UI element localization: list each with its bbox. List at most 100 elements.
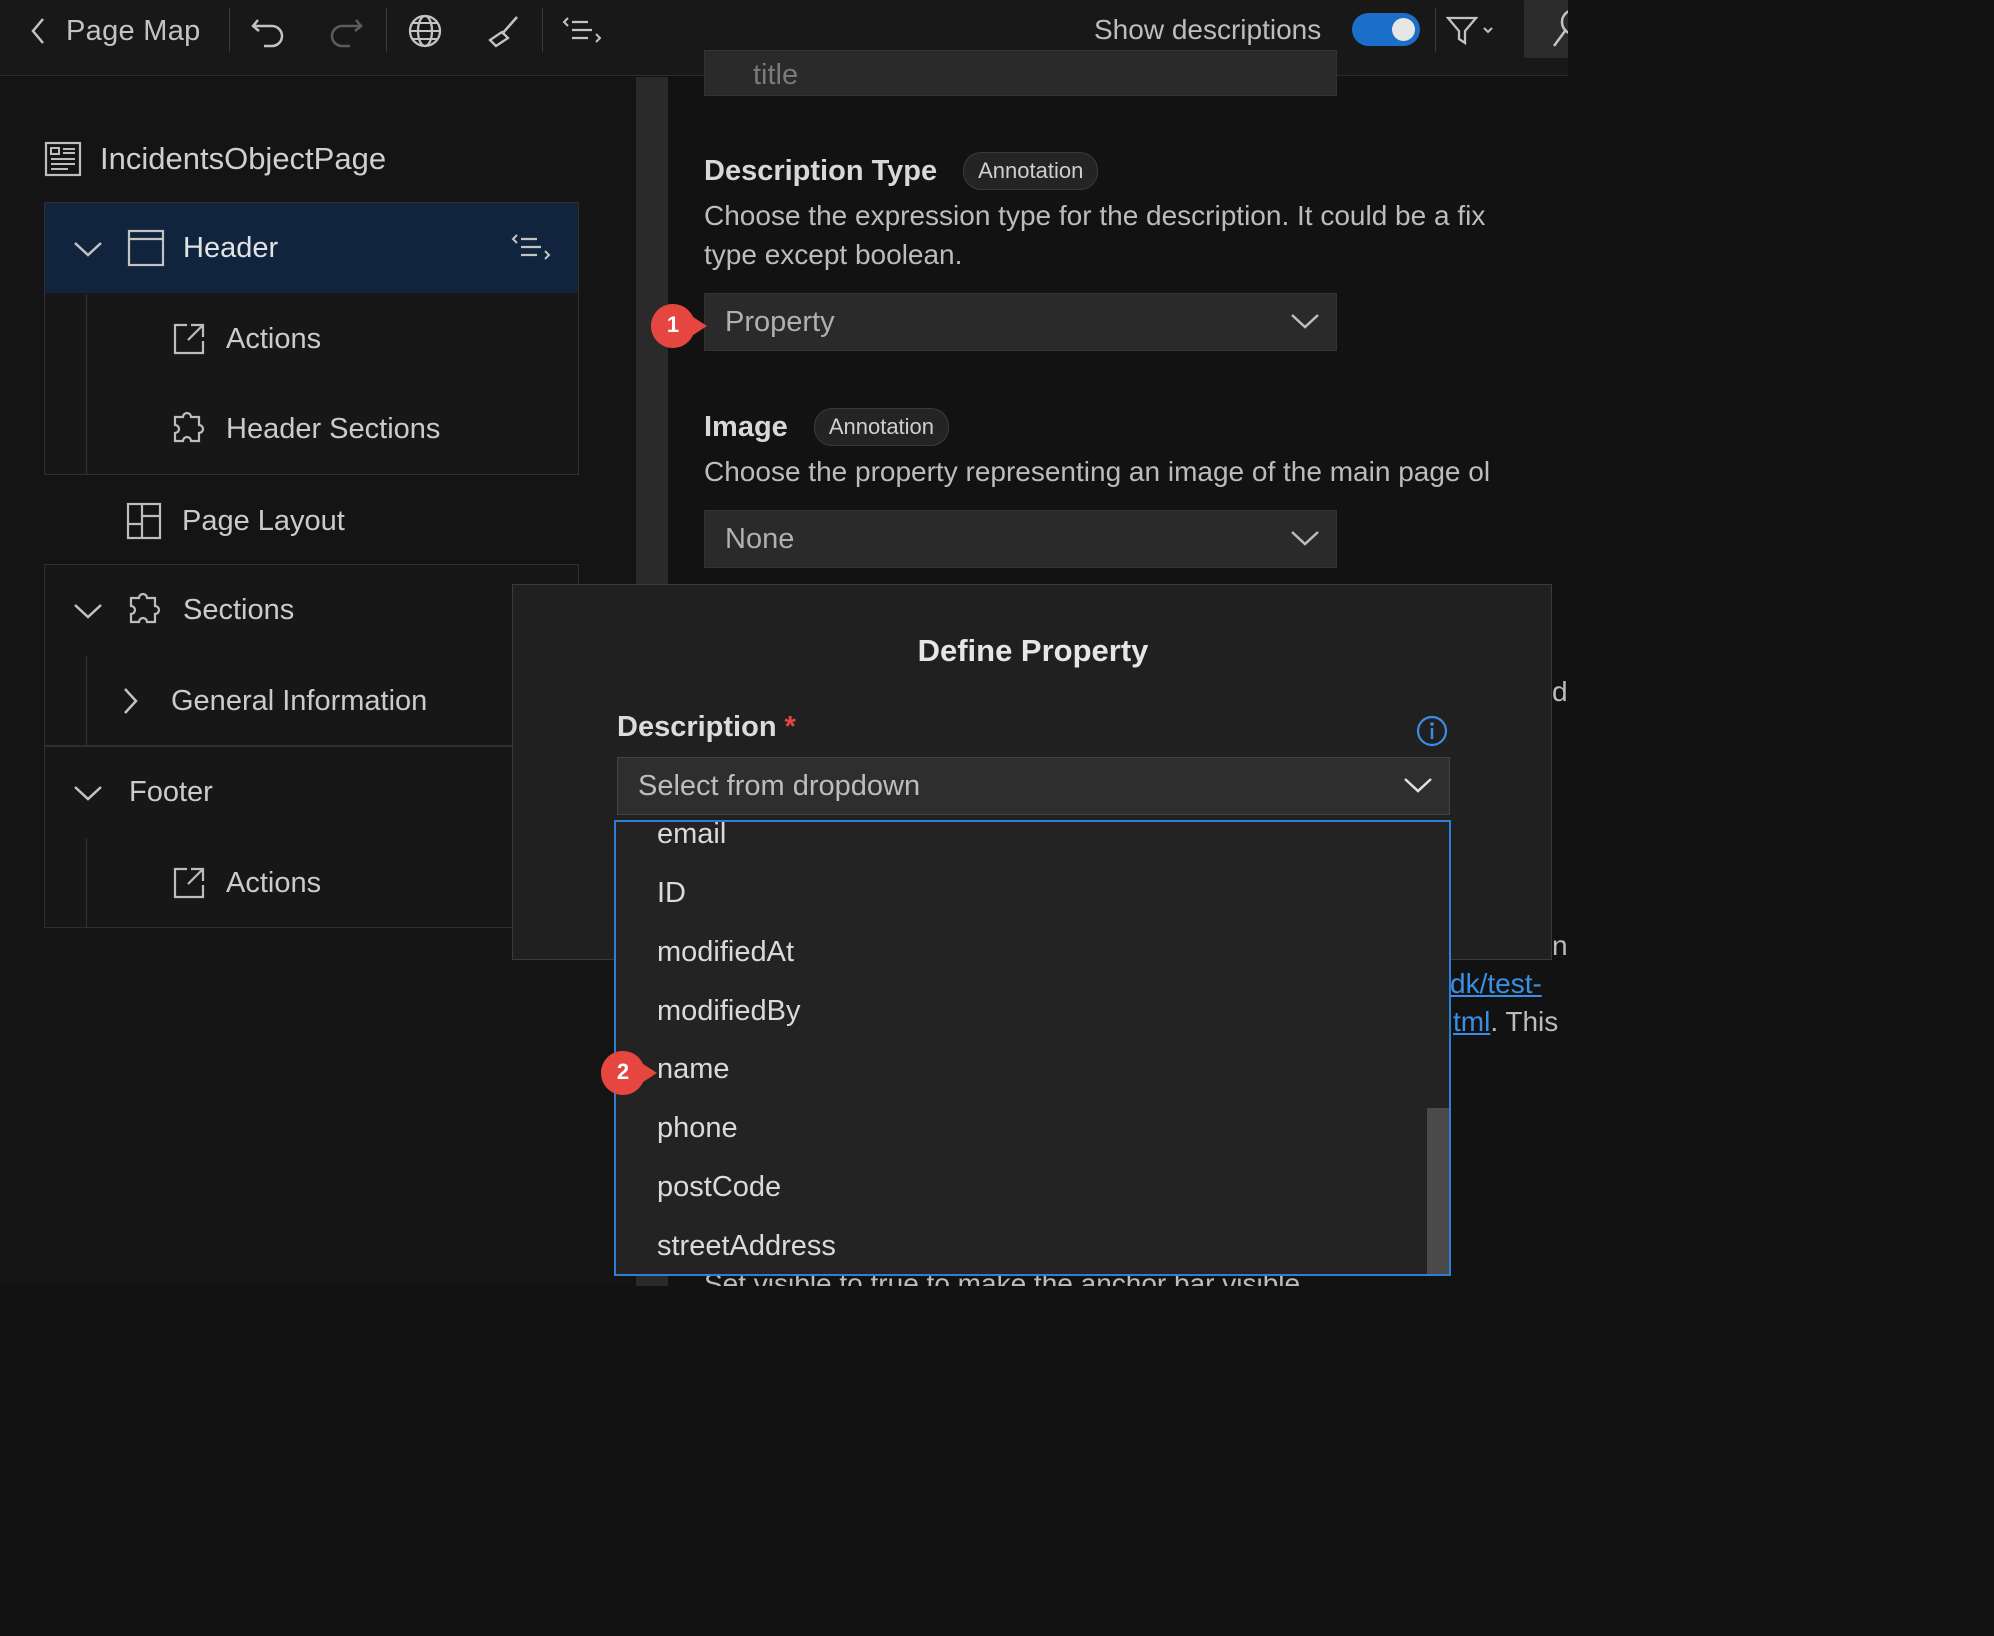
page-map-item-page-layout[interactable]: Page Layout — [44, 476, 579, 566]
globe-icon — [408, 14, 442, 48]
annotation-badge: Annotation — [813, 408, 950, 446]
help-line: Choose the expression type for the descr… — [704, 200, 1486, 231]
language-button[interactable] — [406, 0, 444, 62]
dropdown-option-modifiedat[interactable]: modifiedAt — [657, 936, 794, 969]
chevron-down-icon — [1291, 314, 1319, 329]
page-map-item-label: Header Sections — [226, 413, 441, 445]
object-page-icon — [44, 141, 82, 177]
page-map-item-footer[interactable]: Footer — [45, 747, 578, 837]
clipped-text: d — [1552, 676, 1568, 707]
page-map-item-label: Footer — [129, 776, 213, 808]
page-map-item-general-information[interactable]: General Information — [45, 656, 578, 746]
undo-icon — [251, 19, 284, 48]
image-title: Image — [704, 410, 788, 443]
chevron-down-icon — [1291, 531, 1319, 546]
page-map-item-label: Header — [183, 232, 279, 264]
dropdown-option-name[interactable]: name — [657, 1053, 730, 1086]
description-dropdown-list[interactable]: email ID modifiedAt modifiedBy name phon… — [614, 820, 1451, 1276]
search-button[interactable] — [1524, 0, 1568, 58]
page-layout-icon — [126, 502, 162, 540]
description-type-help: Choose the expression type for the descr… — [704, 196, 1485, 274]
image-header: Image Annotation — [704, 408, 950, 446]
dropdown-option-email[interactable]: email — [657, 822, 726, 851]
chevron-right-icon — [124, 688, 138, 714]
description-type-header: Description Type Annotation — [704, 152, 1099, 190]
redo-icon — [330, 19, 363, 48]
filter-icon — [1446, 16, 1493, 46]
show-descriptions-toggle[interactable] — [1352, 13, 1420, 46]
callout-number: 1 — [666, 312, 680, 337]
help-line: type except boolean. — [704, 239, 963, 270]
title-field-value: title — [753, 58, 799, 91]
page-map-root[interactable]: IncidentsObjectPage — [44, 138, 386, 180]
page-map-item-label: Actions — [226, 867, 322, 899]
help-line: Choose the property representing an imag… — [704, 456, 1491, 487]
app-window: Page Map Show descriptions IncidentsObje… — [0, 0, 1568, 1286]
chevron-down-icon — [74, 786, 102, 801]
chevron-down-icon — [74, 242, 102, 257]
sections-group: Sections General Information — [44, 564, 579, 746]
page-map-item-header[interactable]: Header — [45, 203, 578, 293]
image-select[interactable]: None — [704, 510, 1337, 568]
title-field[interactable]: title — [704, 50, 1337, 96]
undo-button[interactable] — [250, 0, 288, 62]
dropdown-option-streetaddress[interactable]: streetAddress — [657, 1230, 836, 1263]
toggle-knob — [1392, 18, 1415, 41]
docs-link[interactable]: tml — [1453, 1006, 1490, 1037]
outline-list-icon[interactable] — [511, 231, 551, 265]
filter-button[interactable] — [1446, 0, 1498, 62]
clipped-text: n — [1552, 930, 1568, 961]
puzzle-icon — [173, 411, 205, 443]
dropdown-option-id[interactable]: ID — [657, 877, 686, 910]
chevron-left-icon — [31, 18, 44, 44]
outline-list-icon — [562, 17, 602, 43]
description-type-title: Description Type — [704, 154, 938, 187]
redo-button[interactable] — [326, 0, 364, 62]
footer-group: Footer Actions — [44, 746, 579, 928]
page-map-root-label: IncidentsObjectPage — [100, 141, 387, 176]
toolbar-divider — [1435, 8, 1436, 52]
description-type-value: Property — [725, 305, 835, 338]
toolbar-divider — [386, 8, 387, 52]
brush-icon — [488, 16, 518, 48]
page-map-item-sections[interactable]: Sections — [45, 565, 578, 655]
puzzle-icon — [129, 592, 161, 624]
toolbar-divider — [542, 8, 543, 52]
page-map-item-label: Sections — [183, 594, 295, 626]
required-marker: * — [784, 711, 796, 743]
show-descriptions-label: Show descriptions — [1094, 14, 1322, 45]
clipped-text: . This — [1490, 1006, 1559, 1037]
theme-button[interactable] — [484, 0, 522, 62]
info-icon[interactable] — [1415, 714, 1449, 748]
page-map-item-header-actions[interactable]: Actions — [45, 294, 578, 384]
back-button[interactable]: Page Map — [28, 0, 201, 62]
external-link-icon — [173, 867, 205, 899]
callout-number: 2 — [616, 1059, 630, 1084]
docs-link[interactable]: dk/test- — [1450, 964, 1542, 1003]
page-map-item-footer-actions[interactable]: Actions — [45, 838, 578, 928]
description-select[interactable]: Select from dropdown — [617, 757, 1450, 815]
dropdown-option-postcode[interactable]: postCode — [657, 1171, 781, 1204]
dropdown-scrollbar-thumb[interactable] — [1427, 1108, 1449, 1274]
dropdown-option-phone[interactable]: phone — [657, 1112, 738, 1145]
header-group: Header Actions Header Sections — [44, 202, 579, 475]
dropdown-option-modifiedby[interactable]: modifiedBy — [657, 995, 800, 1028]
field-label-text: Description — [617, 711, 777, 743]
page-title: Page Map — [66, 14, 201, 47]
outline-button[interactable] — [562, 0, 602, 62]
page-map-item-header-sections[interactable]: Header Sections — [45, 384, 578, 474]
page-map-item-label: Actions — [226, 323, 322, 355]
chevron-down-icon — [1404, 778, 1432, 793]
dialog-title: Define Property — [917, 633, 1149, 668]
header-layout-icon — [127, 229, 165, 267]
description-type-select[interactable]: Property — [704, 293, 1337, 351]
image-value: None — [725, 522, 795, 555]
page-map-item-label: Page Layout — [182, 505, 345, 537]
search-icon — [1552, 10, 1568, 47]
page-map-item-label: General Information — [171, 685, 428, 717]
toolbar-divider — [229, 8, 230, 52]
description-field-label: Description * — [617, 711, 796, 744]
description-select-placeholder: Select from dropdown — [638, 769, 921, 802]
chevron-down-icon — [74, 604, 102, 619]
annotation-badge: Annotation — [963, 152, 1099, 190]
